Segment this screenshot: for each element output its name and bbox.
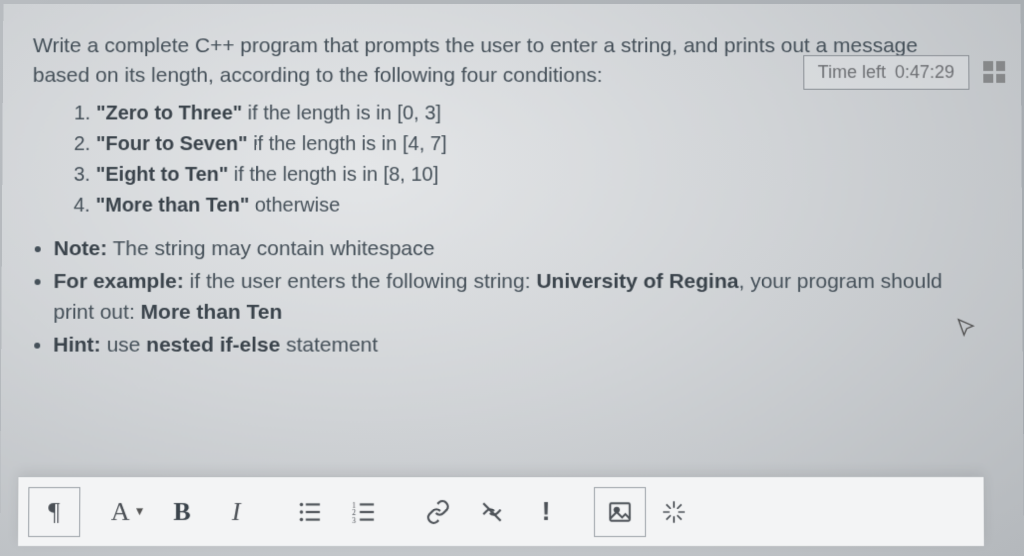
example-item: For example: if the user enters the foll… xyxy=(53,267,969,327)
grid-icon[interactable] xyxy=(983,61,1005,83)
image-icon xyxy=(607,499,633,525)
cursor-icon xyxy=(955,317,977,345)
star-icon xyxy=(661,499,687,525)
question-page: Time left 0:47:29 Write a complete C++ p… xyxy=(0,4,1024,556)
unlink-icon xyxy=(479,499,505,525)
numbered-list-icon: 123 xyxy=(351,499,377,525)
alert-button[interactable]: ! xyxy=(520,487,572,537)
time-left-box: Time left 0:47:29 xyxy=(803,55,970,90)
svg-text:3: 3 xyxy=(352,515,356,524)
star-button[interactable] xyxy=(648,487,700,537)
font-menu-button[interactable]: A▼ xyxy=(102,487,154,537)
condition-item: "More than Ten" otherwise xyxy=(96,192,969,221)
hint-item: Hint: use nested if-else statement xyxy=(53,331,969,361)
unlink-button[interactable] xyxy=(466,487,518,537)
bold-button[interactable]: B xyxy=(156,487,208,537)
condition-item: "Eight to Ten" if the length is in [8, 1… xyxy=(96,161,968,190)
condition-item: "Four to Seven" if the length is in [4, … xyxy=(96,130,968,159)
image-button[interactable] xyxy=(594,487,646,537)
link-button[interactable] xyxy=(412,487,464,537)
time-left-value: 0:47:29 xyxy=(895,62,955,82)
link-icon xyxy=(425,499,451,525)
bullet-list-button[interactable] xyxy=(284,487,336,537)
numbered-list-button[interactable]: 123 xyxy=(338,487,390,537)
time-left-label: Time left xyxy=(818,62,886,82)
condition-item: "Zero to Three" if the length is in [0, … xyxy=(96,100,968,129)
conditions-list: "Zero to Three" if the length is in [0, … xyxy=(96,100,969,221)
italic-button[interactable]: I xyxy=(210,487,262,537)
bullet-list-icon xyxy=(297,499,323,525)
paragraph-button[interactable]: ¶ xyxy=(28,487,80,537)
editor-toolbar: ¶ A▼ B I 123 ! xyxy=(18,476,984,546)
notes-list: Note: The string may contain whitespace … xyxy=(53,234,969,361)
note-item: Note: The string may contain whitespace xyxy=(54,234,969,264)
